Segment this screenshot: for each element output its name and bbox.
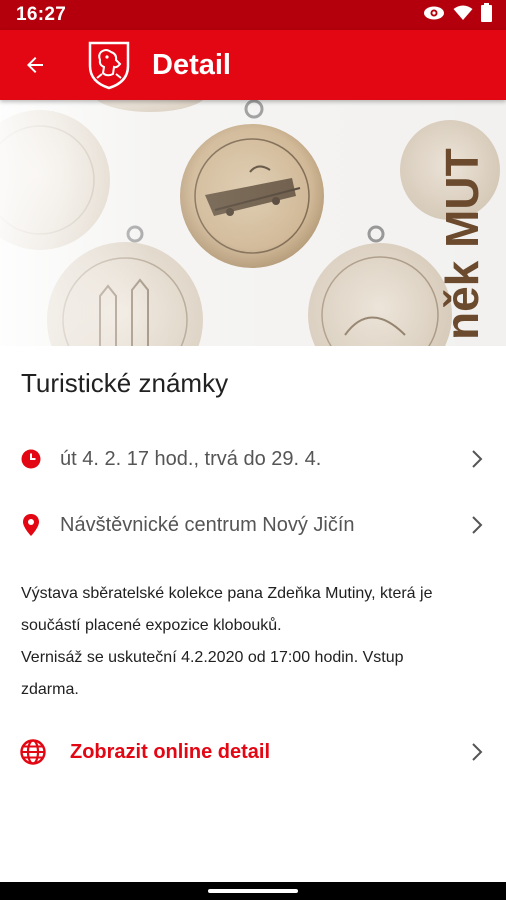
- status-bar: 16:27: [0, 0, 506, 30]
- page-title: Detail: [152, 48, 231, 81]
- hero-image: něk MUT: [0, 100, 506, 346]
- wifi-icon: [453, 5, 473, 26]
- battery-icon: [481, 3, 492, 27]
- event-date-row[interactable]: út 4. 2. 17 hod., trvá do 29. 4.: [0, 429, 506, 489]
- description-line: Výstava sběratelské kolekce pana Zdeňka …: [21, 585, 433, 602]
- city-logo: [87, 40, 131, 90]
- location-pin-icon: [20, 514, 42, 536]
- chevron-right-icon: [470, 448, 484, 470]
- app-bar: Detail: [0, 30, 506, 100]
- hero-vertical-text: něk MUT: [436, 148, 488, 340]
- clock-icon: [20, 448, 42, 470]
- description-line: Vernisáž se uskuteční 4.2.2020 od 17:00 …: [21, 649, 404, 666]
- status-time: 16:27: [16, 4, 67, 25]
- online-detail-link[interactable]: Zobrazit online detail: [70, 741, 270, 764]
- back-button[interactable]: [15, 45, 55, 85]
- event-title: Turistické známky: [21, 368, 229, 398]
- arrow-left-icon: [27, 57, 43, 73]
- description-line: zdarma.: [21, 681, 79, 698]
- eye-icon: [423, 5, 445, 26]
- system-nav-bar: [0, 882, 506, 900]
- event-location-text: Návštěvnické centrum Nový Jičín: [60, 513, 355, 536]
- online-detail-row[interactable]: Zobrazit online detail: [0, 722, 506, 782]
- event-location-row[interactable]: Návštěvnické centrum Nový Jičín: [0, 495, 506, 555]
- status-icons: [423, 3, 492, 27]
- event-date-text: út 4. 2. 17 hod., trvá do 29. 4.: [60, 447, 322, 470]
- description-line: součástí placené expozice klobouků.: [21, 617, 282, 634]
- chevron-right-icon: [470, 741, 484, 763]
- chevron-right-icon: [470, 514, 484, 536]
- event-description: Výstava sběratelské kolekce pana Zdeňka …: [21, 578, 481, 706]
- home-gesture-handle[interactable]: [208, 889, 298, 893]
- globe-icon: [20, 739, 46, 765]
